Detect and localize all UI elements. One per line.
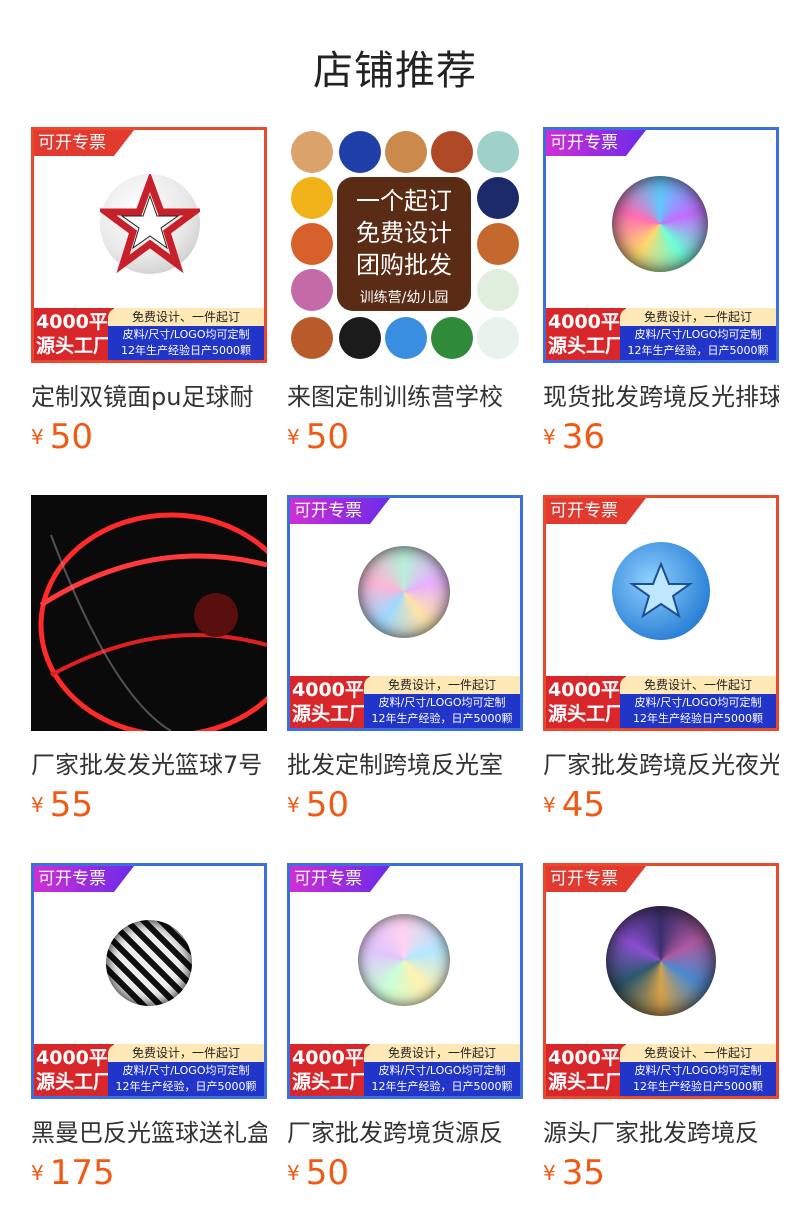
product-price: ¥50	[287, 785, 349, 825]
page-title: 店铺推荐	[313, 48, 477, 94]
ball-icon	[477, 317, 519, 359]
ball-icon	[385, 131, 427, 173]
product-name[interactable]: 厂家批发跨境货源反	[287, 1113, 523, 1148]
product-image[interactable]: 可开专票 4000平 源头工厂 免费设计、一件起订 皮料/尺寸/LOGO均可定制 1…	[543, 863, 779, 1099]
basketball-image	[358, 546, 450, 638]
promo-band: 4000平 源头工厂 免费设计、一件起订 皮料/尺寸/LOGO均可定制 12年生产经…	[34, 308, 264, 360]
invoice-ribbon: 可开专票	[546, 498, 646, 524]
promo-text-box: 一个起订 免费设计 团购批发 训练营/幼儿园	[337, 177, 471, 311]
product-image[interactable]: 一个起订 免费设计 团购批发 训练营/幼儿园	[287, 127, 523, 363]
product-image[interactable]: 可开专票 4000平 源头工厂 免费设计，一件起订 皮料/尺寸/LOGO均可定制 1…	[287, 495, 523, 731]
factory-badge: 4000平 源头工厂	[34, 308, 114, 360]
product-card[interactable]: 可开专票 4000平 源头工厂 免费设计，一件起订 皮料/尺寸/LOGO均可定制 1…	[287, 495, 525, 825]
product-card[interactable]: 可开专票 4000平 源头工厂 免费设计、一件起订 皮料/尺寸/LOGO均可定制 1…	[543, 863, 781, 1193]
product-name[interactable]: 批发定制跨境反光室	[287, 745, 523, 780]
soccer-ball-image	[606, 906, 716, 1016]
ball-icon	[477, 269, 519, 311]
factory-badge: 4000平 源头工厂	[34, 1044, 114, 1096]
promo-band: 4000平 源头工厂 免费设计，一件起订 皮料/尺寸/LOGO均可定制 12年生产经…	[34, 1044, 264, 1096]
factory-badge: 4000平 源头工厂	[290, 676, 370, 728]
invoice-ribbon: 可开专票	[546, 866, 646, 892]
volleyball-image	[612, 176, 708, 272]
product-price: ¥50	[287, 1153, 349, 1193]
promo-band: 4000平 源头工厂 免费设计，一件起订 皮料/尺寸/LOGO均可定制 12年生产经…	[290, 1044, 520, 1096]
promo-band: 4000平 源头工厂 免费设计、一件起订 皮料/尺寸/LOGO均可定制 12年生产经…	[546, 1044, 776, 1096]
product-price: ¥45	[543, 785, 605, 825]
ball-icon	[291, 131, 333, 173]
ball-icon	[431, 317, 473, 359]
invoice-ribbon: 可开专票	[290, 866, 390, 892]
invoice-ribbon: 可开专票	[290, 498, 390, 524]
factory-badge: 4000平 源头工厂	[546, 1044, 626, 1096]
product-price: ¥175	[31, 1153, 115, 1193]
basketball-image	[358, 914, 450, 1006]
product-name[interactable]: 黑曼巴反光篮球送礼盒	[31, 1113, 267, 1148]
product-image[interactable]: 可开专票 4000平 源头工厂 免费设计，一件起订 皮料/尺寸/LOGO均可定制 1…	[287, 863, 523, 1099]
product-card[interactable]: 可开专票 4000平 源头工厂 免费设计，一件起订 皮料/尺寸/LOGO均可定制 1…	[31, 863, 269, 1193]
product-image[interactable]: 可开专票 4000平 源头工厂 免费设计，一件起订 皮料/尺寸/LOGO均可定制 1…	[31, 863, 267, 1099]
promo-band: 4000平 源头工厂 免费设计，一件起订 皮料/尺寸/LOGO均可定制 12年生产经…	[290, 676, 520, 728]
product-name[interactable]: 厂家批发发光篮球7号	[31, 745, 267, 780]
ball-icon	[291, 223, 333, 265]
soccer-ball-image	[95, 171, 205, 274]
factory-badge: 4000平 源头工厂	[290, 1044, 370, 1096]
invoice-ribbon: 可开专票	[34, 130, 134, 156]
invoice-ribbon: 可开专票	[34, 866, 134, 892]
ball-icon	[291, 177, 333, 219]
product-price: ¥36	[543, 417, 605, 457]
product-card[interactable]: 可开专票 4000平 源头工厂 免费设计、一件起订 皮料/尺寸/LOGO均可定制 1…	[543, 495, 781, 825]
product-card[interactable]: 一个起订 免费设计 团购批发 训练营/幼儿园 来图定制训练营学校 ¥50	[287, 127, 525, 457]
ball-icon	[339, 131, 381, 173]
ball-icon	[477, 177, 519, 219]
ball-icon	[477, 223, 519, 265]
product-card[interactable]: 可开专票 4000平 源头工厂 免费设计，一件起订 皮料/尺寸/LOGO均可定制 1…	[543, 127, 781, 457]
product-name[interactable]: 现货批发跨境反光排球	[543, 377, 779, 412]
promo-band: 4000平 源头工厂 免费设计，一件起订 皮料/尺寸/LOGO均可定制 12年生产经…	[546, 308, 776, 360]
glowing-basketball-image	[38, 512, 267, 731]
product-name[interactable]: 来图定制训练营学校	[287, 377, 523, 412]
product-price: ¥55	[31, 785, 93, 825]
invoice-ribbon: 可开专票	[546, 130, 646, 156]
product-image[interactable]: 可开专票 4000平 源头工厂 免费设计，一件起订 皮料/尺寸/LOGO均可定制 1…	[543, 127, 779, 363]
promo-band: 4000平 源头工厂 免费设计、一件起订 皮料/尺寸/LOGO均可定制 12年生产经…	[546, 676, 776, 728]
ball-icon	[385, 317, 427, 359]
product-price: ¥35	[543, 1153, 605, 1193]
factory-badge: 4000平 源头工厂	[546, 308, 626, 360]
ball-icon	[431, 131, 473, 173]
ball-icon	[477, 131, 519, 173]
ball-icon	[291, 317, 333, 359]
product-card[interactable]: 可开专票 4000平 源头工厂 免费设计，一件起订 皮料/尺寸/LOGO均可定制 1…	[287, 863, 525, 1193]
soccer-ball-image	[612, 542, 710, 640]
basketball-image	[106, 920, 192, 1006]
product-image[interactable]	[31, 495, 267, 731]
product-image[interactable]: 可开专票 4000平 源头工厂 免费设计、一件起订 皮料/尺寸/LOGO均可定制 1…	[543, 495, 779, 731]
product-card[interactable]: 可开专票 4000平 源头工厂 免费设计、一件起订 皮料/尺寸/LOGO均可定制 1…	[31, 127, 269, 457]
product-name[interactable]: 厂家批发跨境反光夜光	[543, 745, 779, 780]
product-card[interactable]: 厂家批发发光篮球7号 ¥55	[31, 495, 269, 825]
factory-badge: 4000平 源头工厂	[546, 676, 626, 728]
product-name[interactable]: 定制双镜面pu足球耐	[31, 377, 267, 412]
ball-icon	[291, 269, 333, 311]
product-price: ¥50	[287, 417, 349, 457]
product-name[interactable]: 源头厂家批发跨境反	[543, 1113, 779, 1148]
product-image[interactable]: 可开专票 4000平 源头工厂 免费设计、一件起订 皮料/尺寸/LOGO均可定制 1…	[31, 127, 267, 363]
product-price: ¥50	[31, 417, 93, 457]
ball-icon	[339, 317, 381, 359]
